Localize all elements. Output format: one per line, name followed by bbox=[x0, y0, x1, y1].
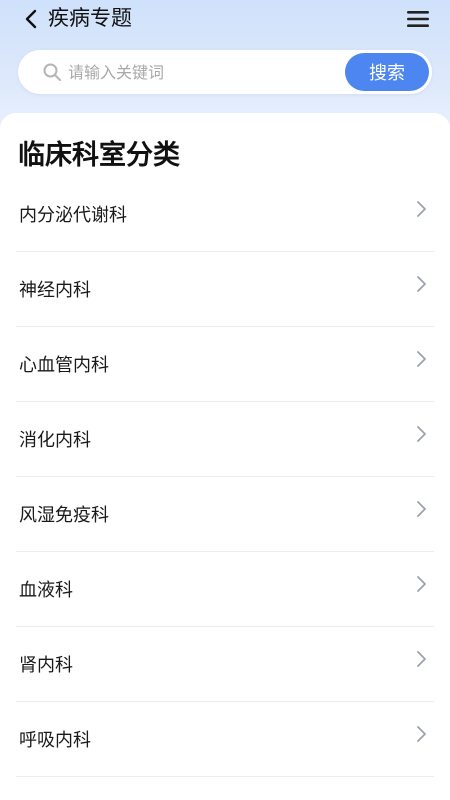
list-item[interactable]: 内分泌代谢科 bbox=[16, 177, 434, 252]
page-title: 疾病专题 bbox=[48, 6, 132, 30]
top-bar: 疾病专题 bbox=[0, 0, 450, 40]
list-item-label: 消化内科 bbox=[19, 430, 91, 451]
section-title: 临床科室分类 bbox=[18, 140, 180, 171]
list-item-label: 内分泌代谢科 bbox=[19, 205, 127, 226]
chevron-right-icon bbox=[417, 201, 426, 217]
department-list: 内分泌代谢科 神经内科 心血管内科 消化内科 风湿免疫科 血液科 肾内科 呼吸内… bbox=[16, 177, 434, 777]
department-card: 临床科室分类 内分泌代谢科 神经内科 心血管内科 消化内科 风湿免疫科 血液科 … bbox=[0, 113, 450, 800]
chevron-right-icon bbox=[417, 501, 426, 517]
hamburger-menu-icon bbox=[407, 11, 429, 27]
chevron-left-icon bbox=[25, 9, 37, 29]
chevron-right-icon bbox=[417, 726, 426, 742]
chevron-right-icon bbox=[417, 576, 426, 592]
search-icon bbox=[43, 63, 61, 81]
list-item-label: 肾内科 bbox=[19, 655, 73, 676]
list-item[interactable]: 肾内科 bbox=[16, 627, 434, 702]
list-item[interactable]: 风湿免疫科 bbox=[16, 477, 434, 552]
chevron-right-icon bbox=[417, 276, 426, 292]
chevron-right-icon bbox=[417, 651, 426, 667]
chevron-right-icon bbox=[417, 351, 426, 367]
search-input[interactable] bbox=[68, 58, 348, 86]
list-item[interactable]: 呼吸内科 bbox=[16, 702, 434, 777]
list-item-label: 呼吸内科 bbox=[19, 730, 91, 751]
list-item[interactable]: 消化内科 bbox=[16, 402, 434, 477]
list-item-label: 心血管内科 bbox=[19, 355, 109, 376]
search-button[interactable]: 搜索 bbox=[345, 53, 429, 91]
list-item-label: 血液科 bbox=[19, 580, 73, 601]
list-item[interactable]: 神经内科 bbox=[16, 252, 434, 327]
list-item-label: 神经内科 bbox=[19, 280, 91, 301]
list-item[interactable]: 心血管内科 bbox=[16, 327, 434, 402]
list-item[interactable]: 血液科 bbox=[16, 552, 434, 627]
chevron-right-icon bbox=[417, 426, 426, 442]
list-item-label: 风湿免疫科 bbox=[19, 505, 109, 526]
search-bar: 搜索 bbox=[18, 50, 432, 94]
menu-button[interactable] bbox=[406, 8, 430, 30]
back-button[interactable] bbox=[20, 8, 42, 30]
